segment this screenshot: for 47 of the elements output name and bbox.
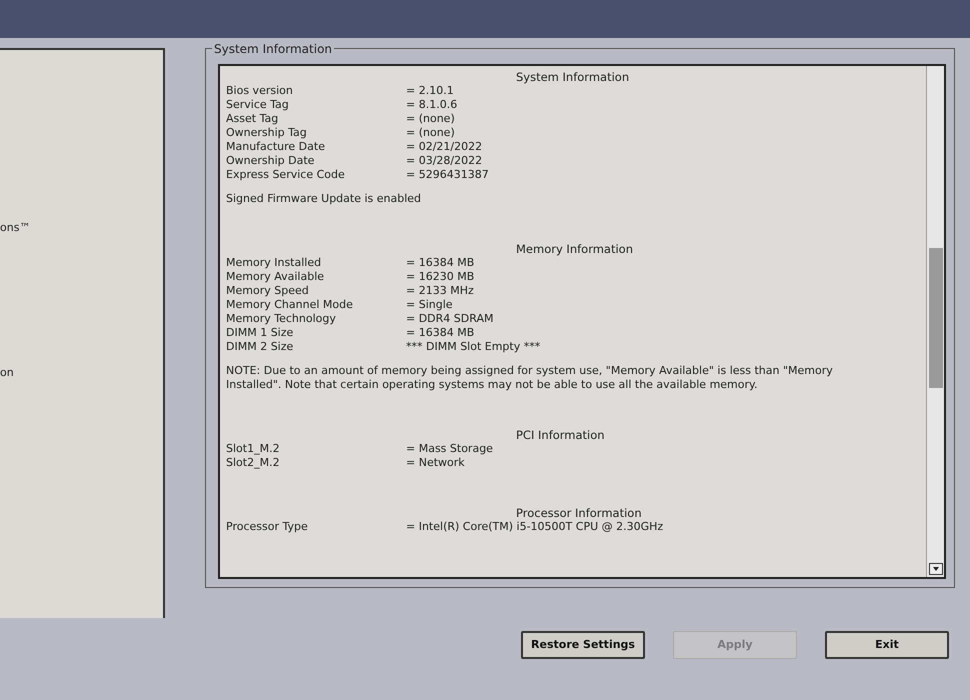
info-note: NOTE: Due to an amount of memory being assigned for system use, "Memory Available" is less than "Memory Installed". Note that certain operating systems may not be able to use all the available memory. — [226, 364, 834, 392]
info-value: = 16230 MB — [406, 270, 474, 284]
info-value: = 03/28/2022 — [406, 154, 482, 168]
info-value: = Mass Storage — [406, 442, 493, 456]
info-label: Service Tag — [226, 98, 290, 112]
action-button[interactable]: Restore Settings — [521, 631, 645, 659]
info-label: Asset Tag — [226, 112, 280, 126]
info-label: Ownership Date — [226, 154, 316, 168]
info-value: *** DIMM Slot Empty *** — [406, 340, 540, 354]
info-value: = (none) — [406, 126, 455, 140]
info-label: Memory Speed — [226, 284, 310, 298]
section-heading: System Information — [516, 70, 630, 84]
info-label: Express Service Code — [226, 168, 346, 182]
info-value: = Network — [406, 456, 465, 470]
info-value: = (none) — [406, 112, 455, 126]
info-label: Memory Technology — [226, 312, 337, 326]
info-label: Memory Channel Mode — [226, 298, 354, 312]
scroll-down-icon[interactable] — [928, 563, 942, 575]
info-label: DIMM 1 Size — [226, 326, 294, 340]
info-value: = 8.1.0.6 — [406, 98, 458, 112]
info-label: Ownership Tag — [226, 126, 308, 140]
info-value: = 16384 MB — [406, 256, 474, 270]
info-value: = 2133 MHz — [406, 284, 474, 298]
info-value: = Intel(R) Core(TM) i5-10500T CPU @ 2.30GHz — [406, 520, 664, 534]
sidebar-item[interactable]: ons™ — [0, 220, 163, 236]
section-heading: Memory Information — [516, 242, 633, 256]
info-label: Processor Type — [226, 520, 309, 534]
scroll-thumb[interactable] — [928, 248, 942, 388]
info-value: = 2.10.1 — [406, 84, 454, 98]
info-value: = Single — [406, 298, 453, 312]
info-label: Slot1_M.2 — [226, 442, 281, 456]
section-heading: Processor Information — [516, 506, 642, 520]
info-value: = 02/21/2022 — [406, 140, 482, 154]
section-heading: PCI Information — [516, 428, 605, 442]
info-value: = 5296431387 — [406, 168, 489, 182]
action-button[interactable]: Exit — [825, 631, 949, 659]
info-label: Slot2_M.2 — [226, 456, 281, 470]
info-value: = DDR4 SDRAM — [406, 312, 494, 326]
info-label: Memory Available — [226, 270, 326, 284]
info-note: Signed Firmware Update is enabled — [226, 192, 422, 206]
info-label: Memory Installed — [226, 256, 322, 270]
info-value: = 16384 MB — [406, 326, 474, 340]
info-label: Bios version — [226, 84, 294, 98]
scrollbar[interactable] — [926, 66, 944, 577]
info-label: Manufacture Date — [226, 140, 326, 154]
info-label: DIMM 2 Size — [226, 340, 294, 354]
sidebar-item[interactable]: on — [0, 364, 163, 381]
